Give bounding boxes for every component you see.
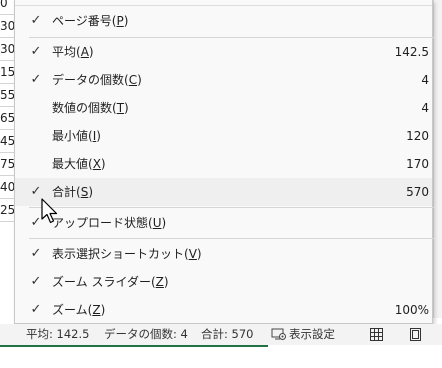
scrollbar-area <box>433 0 442 318</box>
menu-item-label: ズーム(Z) <box>52 303 106 317</box>
status-count: データの個数: 4 <box>104 327 188 341</box>
display-settings-button[interactable]: 表示設定 <box>271 327 341 342</box>
sheet-cell[interactable]: 30 <box>0 38 14 61</box>
menu-item-value: 170 <box>406 157 429 171</box>
accent-line <box>0 345 268 347</box>
status-average: 平均: 142.5 <box>26 327 90 341</box>
status-bar-context-menu: ✓ ページ番号(P) ✓ 平均(A) 142.5 ✓ データの個数(C) 4 数… <box>14 0 434 324</box>
sheet-cell[interactable]: 25 <box>0 199 14 222</box>
menu-item-value: 120 <box>406 129 429 143</box>
grid-view-icon <box>370 328 383 341</box>
menu-separator <box>29 207 434 208</box>
taskbar-area <box>0 345 442 368</box>
display-settings-icon <box>271 328 286 340</box>
menu-item-label: 最小値(I) <box>52 129 101 143</box>
menu-item-zoom-slider[interactable]: ✓ ズーム スライダー(Z) <box>15 268 432 296</box>
menu-item-minimum[interactable]: 最小値(I) 120 <box>15 122 432 150</box>
menu-item-sum[interactable]: ✓ 合計(S) 570 <box>15 178 432 206</box>
sheet-cell[interactable]: 75 <box>0 153 14 176</box>
page-layout-view-button[interactable] <box>408 327 423 342</box>
checkmark-icon: ✓ <box>30 246 42 261</box>
sheet-cell[interactable]: 30 <box>0 15 14 38</box>
checkmark-icon: ✓ <box>30 13 42 28</box>
sheet-cell[interactable]: 65 <box>0 107 14 130</box>
menu-item-page-number[interactable]: ✓ ページ番号(P) <box>15 7 432 35</box>
sheet-cell[interactable]: 45 <box>0 130 14 153</box>
menu-item-label: アップロード状態(U) <box>52 216 167 230</box>
menu-item-label: 平均(A) <box>52 45 94 59</box>
menu-item-label: 数値の個数(T) <box>52 101 129 115</box>
checkmark-icon: ✓ <box>30 274 42 289</box>
mouse-cursor-icon <box>41 198 58 224</box>
sheet-cell[interactable]: 0 <box>0 0 14 15</box>
menu-item-maximum[interactable]: 最大値(X) 170 <box>15 150 432 178</box>
menu-item-label: ズーム スライダー(Z) <box>52 275 169 289</box>
checkmark-icon: ✓ <box>30 44 42 59</box>
menu-item-numerical-count[interactable]: 数値の個数(T) 4 <box>15 94 432 122</box>
menu-item-value: 4 <box>421 73 429 87</box>
menu-separator <box>29 238 434 239</box>
menu-item-view-shortcuts[interactable]: ✓ 表示選択ショートカット(V) <box>15 240 432 268</box>
sheet-cell[interactable]: 40 <box>0 176 14 199</box>
menu-item-count[interactable]: ✓ データの個数(C) 4 <box>15 66 432 94</box>
page-layout-icon <box>410 328 421 341</box>
spreadsheet-background: 0 30 30 15 55 65 45 75 40 25 <box>0 0 15 318</box>
display-settings-label: 表示設定 <box>289 327 335 341</box>
menu-divider <box>15 5 432 6</box>
menu-item-upload-status[interactable]: ✓ アップロード状態(U) <box>15 209 432 237</box>
menu-item-value: 570 <box>406 185 429 199</box>
menu-item-label: ページ番号(P) <box>52 14 129 28</box>
normal-view-button[interactable] <box>369 327 384 342</box>
menu-item-zoom[interactable]: ✓ ズーム(Z) 100% <box>15 296 432 324</box>
sheet-cell[interactable]: 55 <box>0 84 14 107</box>
menu-item-label: 表示選択ショートカット(V) <box>52 247 202 261</box>
menu-item-value: 4 <box>421 101 429 115</box>
menu-item-label: データの個数(C) <box>52 73 142 87</box>
status-bar[interactable]: 平均: 142.5 データの個数: 4 合計: 570 表示設定 <box>0 324 442 345</box>
menu-item-value: 142.5 <box>394 45 429 59</box>
checkmark-icon: ✓ <box>30 302 42 317</box>
menu-item-average[interactable]: ✓ 平均(A) 142.5 <box>15 38 432 66</box>
checkmark-icon: ✓ <box>30 72 42 87</box>
menu-item-label: 最大値(X) <box>52 157 106 171</box>
menu-item-value: 100% <box>394 303 429 317</box>
sheet-cell[interactable]: 15 <box>0 61 14 84</box>
status-sum: 合計: 570 <box>201 327 254 341</box>
